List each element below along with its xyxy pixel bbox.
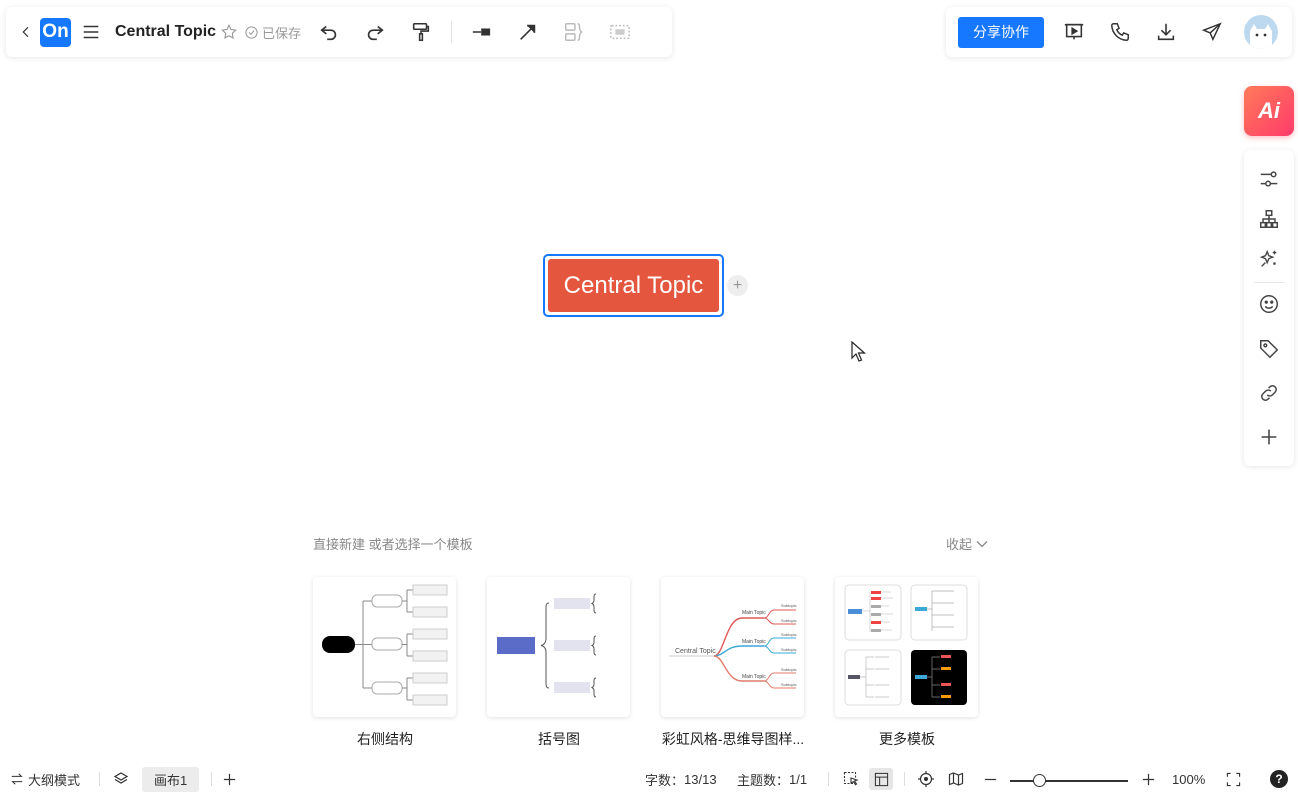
star-icon[interactable] [220, 20, 238, 44]
topic-count: 主题数： 1/1 [737, 764, 807, 794]
relationship-arrow-icon[interactable] [516, 20, 540, 44]
user-avatar[interactable] [1244, 15, 1278, 49]
map-icon[interactable] [948, 764, 964, 794]
status-divider [211, 772, 212, 786]
fullscreen-icon[interactable] [1226, 764, 1241, 794]
share-toolbar: 分享协作 [946, 7, 1292, 57]
status-divider [904, 772, 905, 786]
rainbow-sub-label: Subtopic [781, 682, 797, 687]
zoom-slider-track[interactable] [1010, 780, 1128, 782]
word-count-value: 13/13 [684, 771, 717, 787]
rainbow-main-label: Main Topic [742, 639, 766, 645]
layout-view-icon[interactable] [869, 768, 893, 790]
template-right-structure[interactable] [313, 577, 456, 717]
template-label: 右侧结构 [357, 731, 413, 747]
template-brace-map[interactable] [487, 577, 630, 717]
add-canvas-icon[interactable] [222, 764, 237, 794]
brace-map-preview [497, 593, 597, 698]
emoji-icon[interactable] [1257, 292, 1281, 316]
redo-icon[interactable] [363, 20, 387, 44]
plus-icon[interactable] [1257, 425, 1281, 449]
swap-icon [11, 773, 23, 785]
canvas-tab-wrap: 画布1 [142, 764, 200, 794]
outline-mode-button[interactable]: 大纲模式 [10, 764, 80, 794]
download-icon[interactable] [1154, 20, 1178, 44]
layers-icon[interactable] [113, 764, 129, 794]
ai-assistant-button[interactable]: Ai [1244, 86, 1294, 136]
template-hint: 直接新建 或者选择一个模板 [313, 537, 473, 552]
select-mode-icon[interactable] [843, 764, 859, 794]
status-divider [99, 772, 100, 786]
link-icon[interactable] [1257, 381, 1281, 405]
rainbow-preview: Central Topic Main Topic Main Topic Main… [669, 603, 797, 689]
undo-icon[interactable] [317, 20, 341, 44]
zoom-out-icon[interactable] [983, 764, 998, 794]
insert-topic-icon[interactable] [470, 20, 494, 44]
back-icon[interactable] [18, 20, 34, 44]
canvas-tab[interactable]: 画布1 [142, 766, 200, 792]
rainbow-sub-label: Subtopic [781, 667, 797, 672]
tag-icon[interactable] [1257, 337, 1281, 361]
rainbow-sub-label: Subtopic [781, 603, 797, 608]
save-status: 已保存 [244, 23, 301, 42]
phone-icon[interactable] [1108, 20, 1132, 44]
rainbow-main-label: Main Topic [742, 610, 766, 616]
central-topic-node[interactable]: Central Topic [548, 259, 719, 312]
help-button[interactable]: ? [1270, 770, 1288, 788]
rail-divider [1254, 282, 1284, 283]
template-label: 括号图 [538, 731, 580, 747]
right-panel-rail [1244, 150, 1294, 466]
chevron-down-icon [976, 540, 988, 547]
app-logo[interactable]: On [40, 17, 71, 47]
outline-mode-label: 大纲模式 [28, 772, 81, 788]
boundary-icon[interactable] [608, 20, 632, 44]
more-templates-preview [844, 584, 968, 706]
format-painter-icon[interactable] [409, 20, 433, 44]
topic-count-value: 1/1 [789, 771, 808, 787]
summary-icon[interactable] [562, 20, 586, 44]
template-more[interactable] [835, 577, 978, 717]
rainbow-sub-label: Subtopic [781, 618, 797, 623]
status-divider [828, 772, 829, 786]
presentation-icon[interactable] [1062, 20, 1086, 44]
rainbow-sub-label: Subtopic [781, 647, 797, 652]
collapse-label: 收起 [946, 537, 973, 552]
send-icon[interactable] [1200, 20, 1224, 44]
menu-icon[interactable] [79, 20, 103, 44]
zoom-slider-handle[interactable] [1033, 774, 1046, 787]
help-wrap: ? [1270, 764, 1288, 794]
toolbar-divider [451, 21, 453, 43]
word-count: 字数： 13/13 [645, 764, 717, 794]
word-count-label: 字数： [645, 772, 685, 788]
mouse-cursor-icon [851, 341, 867, 362]
structure-icon[interactable] [1257, 207, 1281, 231]
magic-sparkle-icon[interactable] [1257, 247, 1281, 271]
rainbow-sub-label: Subtopic [781, 632, 797, 637]
main-toolbar: On Central Topic 已保存 [6, 7, 672, 57]
template-label: 更多模板 [879, 731, 935, 747]
zoom-in-icon[interactable] [1141, 764, 1156, 794]
topic-count-label: 主题数： [737, 772, 790, 788]
status-bar: 大纲模式 画布1 字数： 13/13 主题数： 1/1 100% ? [0, 764, 1298, 794]
style-settings-icon[interactable] [1257, 167, 1281, 191]
share-collaborate-button[interactable]: 分享协作 [958, 16, 1044, 48]
save-status-label: 已保存 [262, 25, 302, 41]
add-child-button[interactable]: + [727, 275, 748, 296]
check-circle-icon [245, 25, 258, 39]
document-title[interactable]: Central Topic [115, 23, 216, 41]
right-structure-preview [322, 584, 448, 706]
rainbow-central-label: Central Topic [675, 648, 716, 655]
template-label: 彩虹风格-思维导图样... [661, 731, 805, 747]
zoom-level[interactable]: 100% [1172, 764, 1205, 794]
template-rainbow-style[interactable]: Central Topic Main Topic Main Topic Main… [661, 577, 804, 717]
rainbow-main-label: Main Topic [742, 674, 766, 680]
locate-center-icon[interactable] [918, 764, 934, 794]
collapse-templates-button[interactable]: 收起 [946, 534, 989, 553]
